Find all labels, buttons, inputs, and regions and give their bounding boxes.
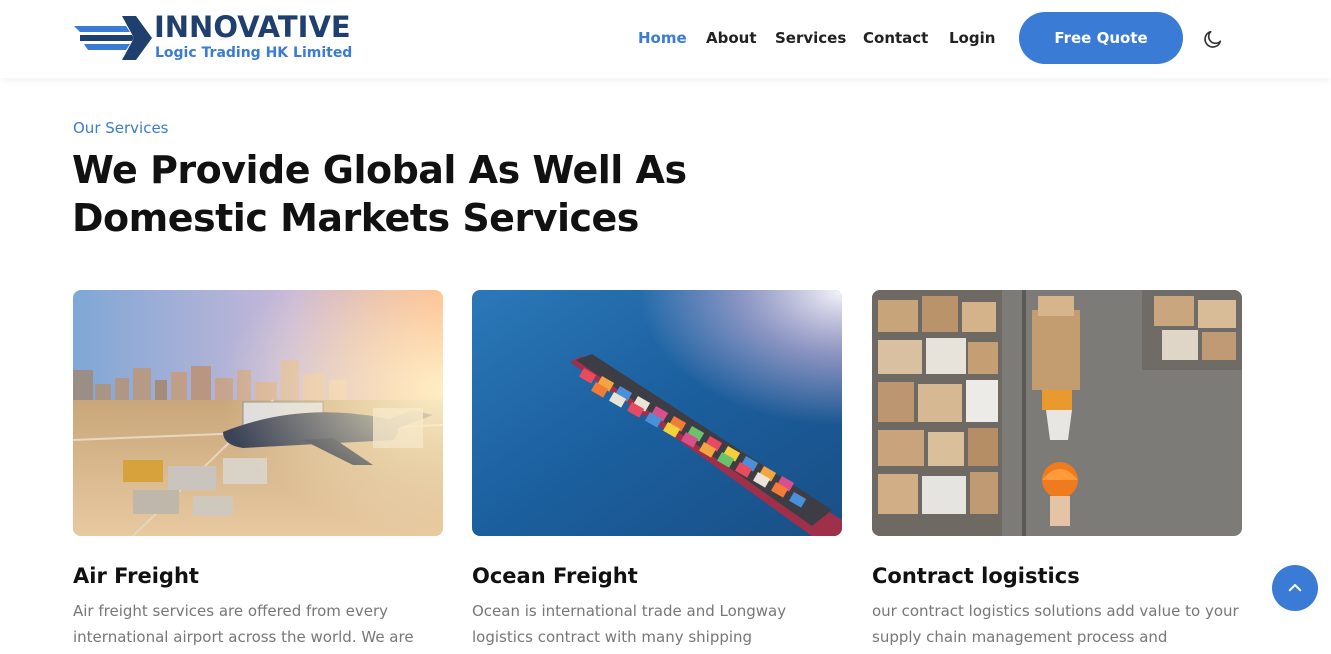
- brand-subtitle: Logic Trading HK Limited: [155, 45, 353, 61]
- brand-logo[interactable]: INNOVATIVE Logic Trading HK Limited: [74, 12, 354, 66]
- service-card-air-freight[interactable]: Air Freight Air freight services are off…: [73, 290, 443, 650]
- card-title[interactable]: Contract logistics: [872, 562, 1242, 590]
- section-eyebrow: Our Services: [73, 119, 169, 137]
- warehouse-image: [872, 290, 1242, 536]
- brand-title: INNOVATIVE: [154, 10, 351, 44]
- card-title[interactable]: Air Freight: [73, 562, 443, 590]
- card-text: Air freight services are offered from ev…: [73, 602, 414, 646]
- headline-line-1: We Provide Global As Well As: [72, 148, 687, 192]
- nav-about[interactable]: About: [706, 27, 757, 49]
- container-ship-image: [472, 290, 842, 536]
- free-quote-button[interactable]: Free Quote: [1019, 12, 1183, 64]
- nav-services[interactable]: Services: [775, 27, 846, 49]
- airport-cargo-image: [73, 290, 443, 536]
- nav-contact[interactable]: Contact: [863, 27, 928, 49]
- site-header: INNOVATIVE Logic Trading HK Limited Home…: [0, 0, 1331, 78]
- logo-arrow-icon: [74, 16, 152, 60]
- moon-icon: [1204, 30, 1222, 48]
- card-text: our contract logistics solutions add val…: [872, 602, 1239, 646]
- nav-login[interactable]: Login: [949, 27, 995, 49]
- headline-line-2: Domestic Markets Services: [72, 196, 639, 240]
- chevron-up-icon: [1288, 584, 1302, 592]
- theme-toggle-button[interactable]: [1200, 26, 1226, 52]
- back-to-top-button[interactable]: [1272, 565, 1318, 611]
- card-text: Ocean is international trade and Longway…: [472, 602, 787, 646]
- service-card-contract-logistics[interactable]: Contract logistics our contract logistic…: [872, 290, 1242, 650]
- card-title[interactable]: Ocean Freight: [472, 562, 842, 590]
- section-headline: We Provide Global As Well As Domestic Ma…: [72, 146, 712, 242]
- service-card-ocean-freight[interactable]: Ocean Freight Ocean is international tra…: [472, 290, 842, 650]
- nav-home[interactable]: Home: [638, 27, 687, 49]
